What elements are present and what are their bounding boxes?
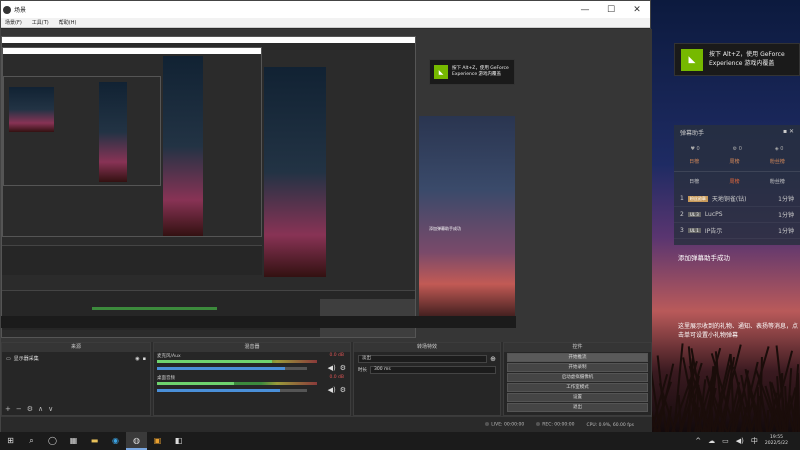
exit-button[interactable]: 退出 [507,403,648,412]
desktop-level-meter [157,382,234,385]
edge-icon[interactable]: ◉ [105,432,126,450]
network-icon[interactable]: ▭ [722,437,729,445]
speaker-icon[interactable]: ◀) [328,386,336,394]
cortana-icon[interactable]: ◯ [42,432,63,450]
system-tray: ^ ☁ ▭ ◀) 中 19:55 2022/5/22 [695,435,800,447]
subtab-day[interactable]: 日榜 [689,178,699,185]
add-icon[interactable]: + [5,405,11,413]
tab-fans[interactable]: 粉丝榜 [770,158,785,165]
virtual-camera-button[interactable]: 启动虚拟摄像机 [507,373,648,382]
subtab-fans[interactable]: 粉丝榜 [770,178,785,185]
chat-title: 弹幕助手 [680,128,704,137]
transitions-dock: 转场特效 淡出 ⊕ 时长 300 ms [353,342,501,416]
menu-help[interactable]: 帮助(H) [59,19,77,26]
stat-3: ◈ 0 [775,146,784,152]
lock-icon[interactable]: ▪ [143,356,146,362]
taskbar: ⊞ ⌕ ◯ ▦ ▬ ◉ ◍ ▣ ◧ ^ ☁ ▭ ◀) 中 19:55 2022/… [0,432,800,450]
toast-line-2: Experience 游戏内覆盖 [709,60,785,68]
window-controls-icon[interactable]: ▪ ✕ [783,128,794,137]
subtab-week[interactable]: 周榜 [729,178,739,185]
controls-title: 控件 [504,343,651,352]
live-status: LIVE: 00:00:00 [485,422,524,428]
sources-dock: 来源 ▭ 显示器采集 ◉ ▪ + − ⚙ ∧ ∨ [1,342,151,416]
source-item[interactable]: ▭ 显示器采集 ◉ ▪ [2,352,150,365]
desktop-volume-slider[interactable] [157,389,307,392]
mic-volume-slider[interactable] [157,367,307,370]
mixer-channel-mic: 麦克风/Aux 0.0 dB ◀) ⚙ [154,352,350,374]
status-bar: LIVE: 00:00:00 REC: 00:00:00 CPU: 0.9%, … [1,416,652,433]
gear-icon[interactable]: ⚙ [340,386,346,394]
maximize-icon[interactable]: ☐ [598,5,624,15]
add-transition-icon[interactable]: ⊕ [490,355,496,363]
start-streaming-button[interactable]: 开始推流 [507,353,648,362]
close-icon[interactable]: ✕ [624,5,650,15]
app-icon-2[interactable]: ◧ [168,432,189,450]
gear-icon[interactable]: ⚙ [340,364,346,372]
nested-capture-3 [3,76,161,186]
cloud-icon[interactable]: ☁ [708,437,715,445]
list-item: 1 粉丝勋章 天地铜雀(钻) 1分钟 [674,191,800,207]
start-recording-button[interactable]: 开始录制 [507,363,648,372]
title-bar[interactable]: 场景 — ☐ ✕ [1,1,650,18]
window-title: 场景 [14,5,572,14]
nested-capture-1 [1,36,416,338]
stat-2: ⚙ 0 [733,146,742,152]
duration-label: 时长 [358,367,367,373]
tab-day[interactable]: 日榜 [689,158,699,165]
start-icon[interactable]: ⊞ [0,432,21,450]
duration-input[interactable]: 300 ms [370,366,496,374]
nvidia-logo-icon: ◣ [681,49,703,71]
danmaku-assistant-panel: 弹幕助手 ▪ ✕ ♥ 0 ⚙ 0 ◈ 0 日榜 周榜 粉丝榜 日榜 周榜 粉丝榜 1… [674,125,800,245]
up-icon[interactable]: ∧ [38,405,43,413]
remove-icon[interactable]: − [16,405,22,413]
transitions-title: 转场特效 [354,343,500,352]
file-explorer-icon[interactable]: ▬ [84,432,105,450]
task-view-icon[interactable]: ▦ [63,432,84,450]
mixer-channel-desktop: 桌面音频 0.0 dB ◀) ⚙ [154,374,350,396]
tray-expand-icon[interactable]: ^ [695,437,701,445]
clock[interactable]: 19:55 2022/5/22 [765,435,788,447]
gear-icon[interactable]: ⚙ [27,405,33,413]
chat-message-added: 添加弹幕助手成功 [678,252,730,262]
studio-mode-button[interactable]: 工作室模式 [507,383,648,392]
dock-area: 来源 ▭ 显示器采集 ◉ ▪ + − ⚙ ∧ ∨ 混音器 麦克风/Aux 0.0… [1,342,652,416]
controls-dock: 控件 开始推流 开始录制 启动虚拟摄像机 工作室模式 设置 退出 [503,342,652,416]
search-icon[interactable]: ⌕ [21,432,42,450]
settings-button[interactable]: 设置 [507,393,648,402]
volume-icon[interactable]: ◀) [736,437,744,445]
minimize-icon[interactable]: — [572,5,598,15]
menu-bar: 场景(F) 工具(T) 帮助(H) [1,18,650,28]
chat-message-hint: 这里展示收到的礼物、通知、表扬等消息，点击单可设置小礼物弹幕 [678,322,798,340]
menu-scene[interactable]: 场景(F) [5,19,22,26]
monitor-icon: ▭ [6,356,11,362]
tab-week[interactable]: 周榜 [729,158,739,165]
geforce-overlay-toast: ◣ 按下 Alt+Z，使用 GeForce Experience 游戏内覆盖 [674,43,800,76]
obs-icon[interactable]: ◍ [126,432,147,450]
geforce-overlay-toast-nested: ◣ 按下 Alt+Z，使用 GeForce Experience 游戏内覆盖 [429,59,515,85]
cpu-status: CPU: 0.9%, 60.00 fps [587,423,635,428]
obs-window[interactable]: 场景 — ☐ ✕ 场景(F) 工具(T) 帮助(H) ◣ 按下 Alt+Z，使用… [0,0,651,432]
nested-capture-2 [2,47,262,237]
toast-line-1: 按下 Alt+Z，使用 GeForce [709,51,785,59]
stat-1: ♥ 0 [690,146,699,152]
nested-desktop-strip: 添加弹幕助手成功 [419,116,515,326]
preview-canvas[interactable]: ◣ 按下 Alt+Z，使用 GeForce Experience 游戏内覆盖 添加… [1,29,652,342]
list-item: 3 UL 1 IP告示 1分钟 [674,223,800,239]
eye-icon[interactable]: ◉ [135,356,139,362]
menu-tools[interactable]: 工具(T) [32,19,49,26]
list-item: 2 UL 3 LucPS 1分钟 [674,207,800,223]
app-icon[interactable]: ▣ [147,432,168,450]
speaker-icon[interactable]: ◀) [328,364,336,372]
down-icon[interactable]: ∨ [48,405,53,413]
ime-indicator[interactable]: 中 [751,436,758,446]
sources-title: 来源 [2,343,150,352]
mixer-title: 混音器 [154,343,350,352]
mic-level-meter [157,360,272,363]
app-icon [3,6,11,14]
transition-select[interactable]: 淡出 [358,355,487,363]
mixer-dock: 混音器 麦克风/Aux 0.0 dB ◀) ⚙ 桌面音频 0.0 dB ◀) ⚙ [153,342,351,416]
rec-status: REC: 00:00:00 [536,422,574,428]
